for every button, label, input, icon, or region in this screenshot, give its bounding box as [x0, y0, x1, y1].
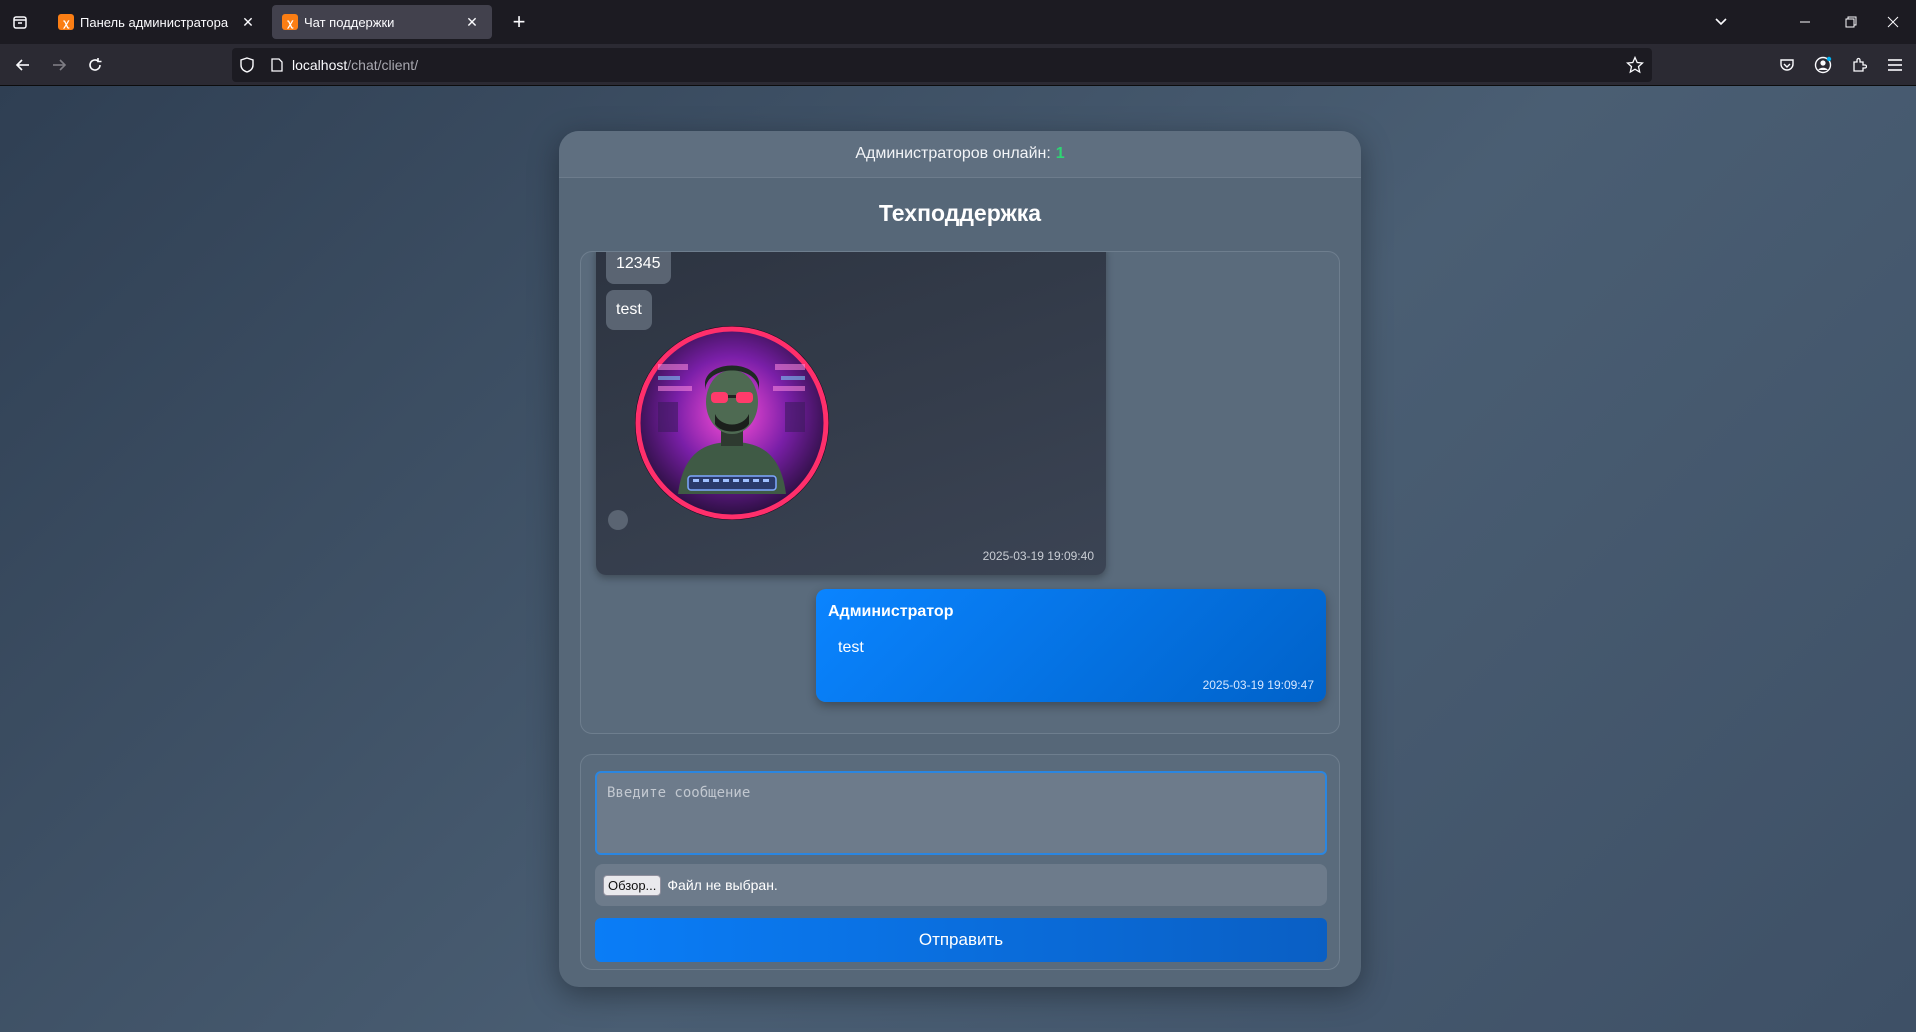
url-path: /chat/client/ — [347, 57, 419, 73]
admin-message-author: Администратор — [828, 603, 954, 620]
message-status-dot — [608, 510, 628, 530]
reload-icon[interactable] — [80, 50, 110, 80]
address-bar[interactable]: localhost/chat/client/ — [232, 48, 1652, 82]
messages-area[interactable]: 12345 test 2025-03-19 19:09:40 Администр… — [580, 251, 1340, 734]
message-input[interactable] — [595, 771, 1327, 855]
admins-online-label: Администраторов онлайн: — [855, 145, 1051, 162]
tab-overflow-chevron-icon[interactable] — [1698, 0, 1744, 44]
xampp-favicon-icon: ꭓ — [58, 14, 74, 30]
close-window-icon[interactable] — [1870, 0, 1916, 44]
admins-online-count: 1 — [1055, 145, 1065, 162]
tab-title: Чат поддержки — [304, 14, 395, 30]
account-icon[interactable] — [1808, 50, 1838, 80]
user-message-text: 12345 — [606, 252, 671, 284]
app-menu-hamburger-icon[interactable] — [1880, 50, 1910, 80]
message-composer: Обзор... Файл не выбран. Отправить — [580, 754, 1340, 970]
url-text: localhost/chat/client/ — [292, 57, 418, 73]
attached-image-cyberpunk-avatar[interactable] — [633, 324, 831, 522]
chat-container: Администраторов онлайн: 1 Техподдержка 1… — [559, 131, 1361, 987]
url-host: localhost — [292, 57, 348, 73]
navigation-toolbar: localhost/chat/client/ — [0, 44, 1916, 86]
tracking-protection-shield-icon[interactable] — [232, 57, 262, 73]
page-background: Администраторов онлайн: 1 Техподдержка 1… — [0, 86, 1916, 1032]
user-message-bubble: 12345 test 2025-03-19 19:09:40 — [596, 252, 1106, 575]
admin-message-timestamp: 2025-03-19 19:09:47 — [1202, 678, 1314, 692]
send-button[interactable]: Отправить — [595, 918, 1327, 962]
close-tab-icon[interactable]: ✕ — [238, 14, 258, 31]
pocket-icon[interactable] — [1772, 50, 1802, 80]
user-message-timestamp: 2025-03-19 19:09:40 — [982, 549, 1094, 563]
minimize-icon[interactable] — [1782, 0, 1828, 44]
admin-message-bubble: Администратор test 2025-03-19 19:09:47 — [816, 589, 1326, 702]
back-arrow-icon[interactable] — [8, 50, 38, 80]
restore-icon[interactable] — [1828, 0, 1874, 44]
page-info-icon[interactable] — [262, 58, 292, 72]
no-file-selected-label: Файл не выбран. — [667, 877, 778, 893]
tab-admin-panel[interactable]: ꭓ Панель администратора ✕ — [48, 5, 268, 39]
extensions-puzzle-icon[interactable] — [1844, 50, 1874, 80]
admin-message-text: test — [838, 639, 864, 656]
xampp-favicon-icon: ꭓ — [282, 14, 298, 30]
bookmark-star-icon[interactable] — [1625, 55, 1645, 77]
tab-title: Панель администратора — [80, 14, 229, 30]
chat-title: Техподдержка — [878, 200, 1042, 226]
new-tab-icon[interactable]: + — [505, 8, 533, 36]
tab-support-chat[interactable]: ꭓ Чат поддержки ✕ — [272, 5, 492, 39]
forward-arrow-icon[interactable] — [44, 50, 74, 80]
close-tab-icon[interactable]: ✕ — [462, 14, 482, 31]
admins-online-bar: Администраторов онлайн: 1 — [559, 131, 1361, 178]
browse-file-button[interactable]: Обзор... — [603, 874, 662, 896]
file-upload-field[interactable]: Обзор... Файл не выбран. — [595, 864, 1327, 906]
list-all-tabs-icon[interactable] — [0, 0, 40, 44]
